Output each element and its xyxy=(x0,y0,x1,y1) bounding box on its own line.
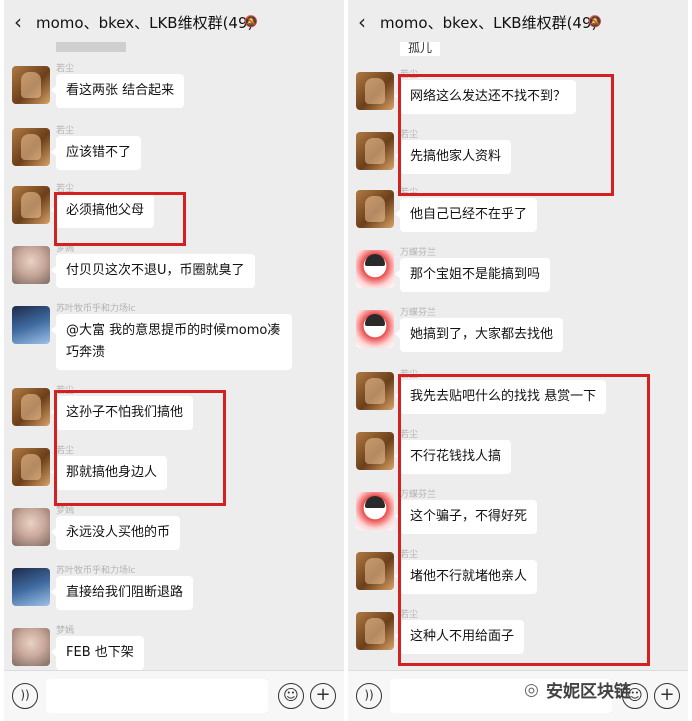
avatar[interactable] xyxy=(12,568,50,606)
voice-icon[interactable]: )) xyxy=(12,683,38,709)
sender-name: 若尘 xyxy=(56,64,75,74)
avatar[interactable] xyxy=(356,492,394,530)
bell-mute-icon: 🔕 xyxy=(588,15,602,28)
previous-message-stub xyxy=(56,42,126,52)
message-bubble[interactable]: 应该错不了 xyxy=(50,136,142,170)
message-bubble[interactable]: 她搞到了，大家都去找他 xyxy=(394,318,564,352)
plus-icon[interactable]: + xyxy=(654,683,680,709)
sender-name: 苏叶牧币乎和力场lc xyxy=(56,304,136,314)
message-bubble[interactable]: 付贝贝这次不退U，币圈就臭了 xyxy=(51,254,255,288)
sender-name: 若尘 xyxy=(56,126,75,136)
avatar[interactable] xyxy=(12,246,50,284)
chat-title: momo、bkex、LKB维权群(49) xyxy=(380,14,598,32)
avatar[interactable] xyxy=(12,388,50,426)
plus-icon[interactable]: + xyxy=(310,683,336,709)
avatar[interactable] xyxy=(12,508,50,546)
avatar[interactable] xyxy=(356,190,394,228)
screenshot-collage: ‹ momo、bkex、LKB维权群(49) 🔕 若尘 看这两张 结合起来 若尘… xyxy=(0,0,692,721)
sender-name: 万蝶芬兰 xyxy=(400,248,437,258)
chevron-left-icon[interactable]: ‹ xyxy=(358,10,366,34)
avatar[interactable] xyxy=(12,628,50,666)
highlight-box xyxy=(398,74,614,196)
sender-name: 万蝶芬兰 xyxy=(400,308,437,318)
chevron-left-icon[interactable]: ‹ xyxy=(14,10,22,34)
avatar[interactable] xyxy=(12,128,50,166)
avatar[interactable] xyxy=(356,552,394,590)
chat-input-bar: )) ☺ + xyxy=(4,670,344,721)
message-bubble[interactable]: FEB 也下架 xyxy=(51,636,144,670)
chat-screen-right: ‹ momo、bkex、LKB维权群(49) 🔕 孤儿 若尘 网络这么发达还不找… xyxy=(348,0,688,721)
previous-message-stub: 孤儿 xyxy=(400,42,441,56)
voice-icon[interactable]: )) xyxy=(356,683,382,709)
message-bubble[interactable]: @大富 我的意思提币的时候momo凑巧奔溃 xyxy=(51,314,292,370)
wechat-icon: ◎ xyxy=(524,680,539,700)
message-bubble[interactable]: 直接给我们阻断退路 xyxy=(50,576,194,610)
avatar[interactable] xyxy=(356,132,394,170)
chat-header: ‹ momo、bkex、LKB维权群(49) 🔕 xyxy=(348,0,688,44)
avatar[interactable] xyxy=(12,448,50,486)
avatar[interactable] xyxy=(356,372,394,410)
avatar[interactable] xyxy=(356,612,394,650)
avatar[interactable] xyxy=(12,186,50,224)
message-bubble[interactable]: 看这两张 结合起来 xyxy=(50,74,185,108)
bell-mute-icon: 🔕 xyxy=(244,15,258,28)
avatar[interactable] xyxy=(12,306,50,344)
emoji-icon[interactable]: ☺ xyxy=(278,683,304,709)
chat-title: momo、bkex、LKB维权群(49) xyxy=(36,14,254,32)
watermark-text: 安妮区块链 xyxy=(546,682,631,702)
avatar[interactable] xyxy=(12,66,50,104)
avatar[interactable] xyxy=(356,72,394,110)
chat-input-bar: )) ☺ + xyxy=(348,670,688,721)
message-bubble[interactable]: 那个宝姐不是能搞到吗 xyxy=(394,258,551,292)
highlight-box xyxy=(398,374,650,666)
message-bubble[interactable]: 他自己已经不在乎了 xyxy=(394,198,538,232)
sender-name: 梦嫣 xyxy=(56,626,75,636)
avatar[interactable] xyxy=(356,432,394,470)
message-input[interactable] xyxy=(46,679,268,713)
sender-name: 苏叶牧币乎和力场lc xyxy=(56,566,136,576)
avatar[interactable] xyxy=(356,310,394,348)
chat-screen-left: ‹ momo、bkex、LKB维权群(49) 🔕 若尘 看这两张 结合起来 若尘… xyxy=(4,0,344,721)
chat-header: ‹ momo、bkex、LKB维权群(49) 🔕 xyxy=(4,0,344,44)
highlight-box xyxy=(54,390,226,506)
highlight-box xyxy=(54,192,186,246)
message-bubble[interactable]: 永远没人买他的币 xyxy=(50,516,181,550)
avatar[interactable] xyxy=(356,250,394,288)
